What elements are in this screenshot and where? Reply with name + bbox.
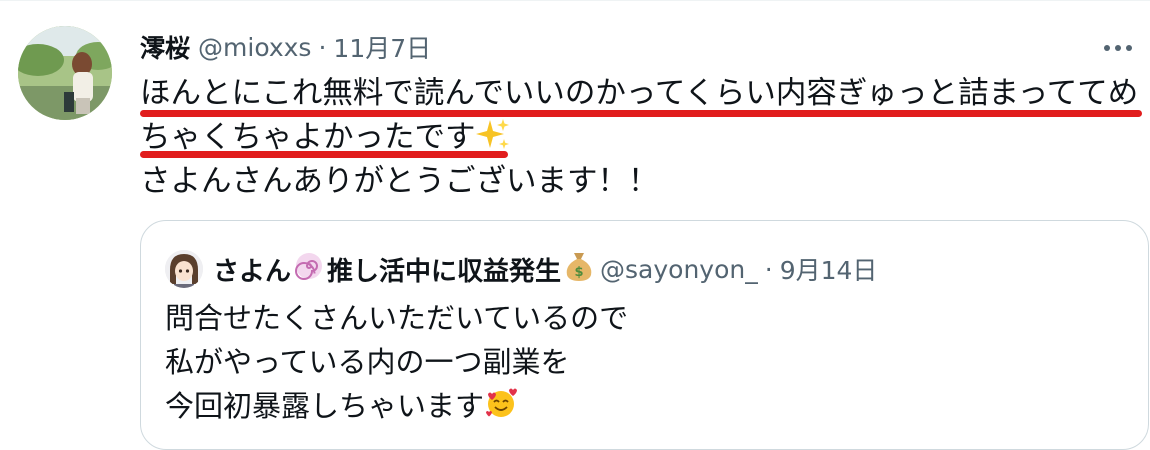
- tweet-line-3: さよんさんありがとうございます！！: [140, 164, 659, 199]
- swirl-icon: [294, 251, 324, 288]
- money-bag-icon: $: [564, 250, 594, 289]
- author-handle[interactable]: @mioxxs: [198, 33, 311, 62]
- quoted-tweet-header: さよん 推し活中に収益発生 $ @sayonyon_ · 9月14日: [165, 249, 877, 289]
- sparkles-icon: [475, 117, 510, 164]
- quoted-author-handle[interactable]: @sayonyon_: [600, 255, 758, 284]
- header-separator: ·: [318, 32, 327, 62]
- svg-text:$: $: [575, 265, 584, 280]
- quoted-tweet-date[interactable]: 9月14日: [780, 251, 878, 287]
- tweet-line-2-text: ちゃくちゃよかったです: [140, 120, 476, 155]
- quoted-line-2: 私がやっている内の一つ副業を: [165, 345, 570, 379]
- quoted-author-name-part2: 推し活中に収益発生: [327, 256, 562, 287]
- quoted-line-3-text: 今回初暴露しちゃいます: [165, 389, 485, 423]
- quoted-header-separator: ·: [764, 254, 773, 284]
- tweet-date[interactable]: 11月7日: [333, 29, 431, 65]
- quoted-tweet-card[interactable]: さよん 推し活中に収益発生 $ @sayonyon_ · 9月14日 問合せたく…: [140, 220, 1149, 450]
- quoted-author-name[interactable]: さよん 推し活中に収益発生 $: [213, 250, 594, 289]
- quoted-line-1: 問合せたくさんいただいているので: [165, 301, 629, 335]
- quoted-author-avatar[interactable]: [165, 250, 203, 288]
- author-name[interactable]: 澪桜: [140, 29, 190, 65]
- tweet-header: 澪桜 @mioxxs · 11月7日: [140, 29, 431, 65]
- smiling-face-with-hearts-icon: [484, 386, 518, 432]
- tweet-line-2: ちゃくちゃよかったです: [140, 116, 1140, 160]
- quoted-line-3: 今回初暴露しちゃいます: [165, 384, 628, 428]
- tweet-line-1: ほんとにこれ無料で読んでいいのかってくらい内容ぎゅっと詰まっててめ: [140, 76, 1139, 111]
- top-divider: [0, 0, 1150, 1]
- tweet-text: ほんとにこれ無料で読んでいいのかってくらい内容ぎゅっと詰まっててめ ちゃくちゃよ…: [140, 72, 1140, 204]
- quoted-author-name-part1: さよん: [213, 256, 292, 287]
- more-horizontal-icon[interactable]: [1100, 36, 1136, 60]
- author-avatar[interactable]: [18, 26, 112, 120]
- quoted-tweet-text: 問合せたくさんいただいているので 私がやっている内の一つ副業を 今回初暴露しちゃ…: [165, 296, 628, 428]
